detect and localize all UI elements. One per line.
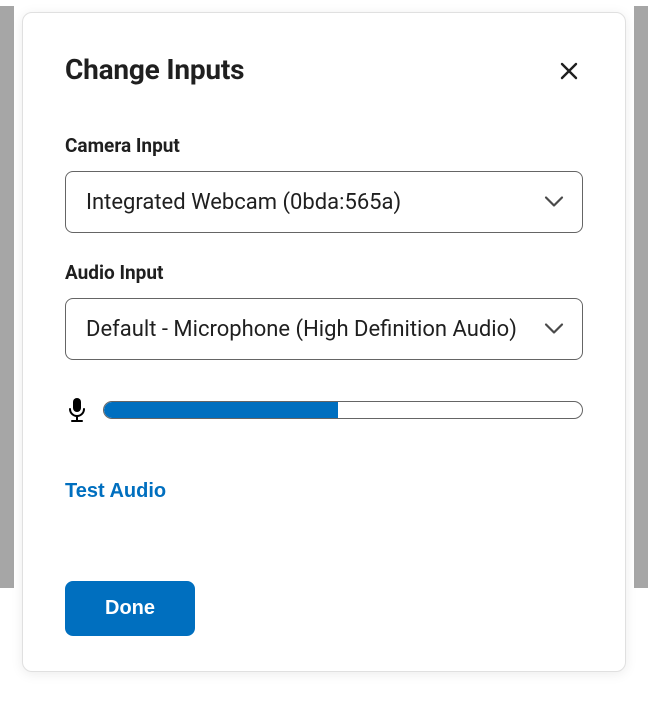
camera-input-label: Camera Input bbox=[65, 134, 583, 157]
modal-actions: Done bbox=[65, 581, 583, 636]
audio-input-label: Audio Input bbox=[65, 261, 583, 284]
audio-input-select[interactable]: Default - Microphone (High Definition Au… bbox=[65, 298, 583, 360]
audio-input-value: Default - Microphone (High Definition Au… bbox=[86, 317, 517, 342]
microphone-icon bbox=[65, 396, 89, 424]
chevron-down-icon bbox=[544, 320, 564, 339]
backdrop-bar-left bbox=[0, 6, 14, 588]
audio-level-row bbox=[65, 396, 583, 424]
close-icon bbox=[559, 61, 579, 81]
audio-level-fill bbox=[104, 402, 338, 418]
backdrop-bar-right bbox=[634, 6, 648, 588]
chevron-down-icon bbox=[544, 193, 564, 212]
camera-input-select[interactable]: Integrated Webcam (0bda:565a) bbox=[65, 171, 583, 233]
change-inputs-modal: Change Inputs Camera Input Integrated We… bbox=[22, 12, 626, 672]
modal-header: Change Inputs bbox=[65, 53, 583, 86]
camera-input-value: Integrated Webcam (0bda:565a) bbox=[86, 190, 401, 215]
modal-title: Change Inputs bbox=[65, 53, 244, 86]
close-button[interactable] bbox=[555, 57, 583, 85]
done-button[interactable]: Done bbox=[65, 581, 195, 636]
camera-input-group: Camera Input Integrated Webcam (0bda:565… bbox=[65, 134, 583, 233]
audio-level-meter bbox=[103, 401, 583, 419]
audio-input-group: Audio Input Default - Microphone (High D… bbox=[65, 261, 583, 503]
test-audio-button[interactable]: Test Audio bbox=[65, 480, 166, 503]
